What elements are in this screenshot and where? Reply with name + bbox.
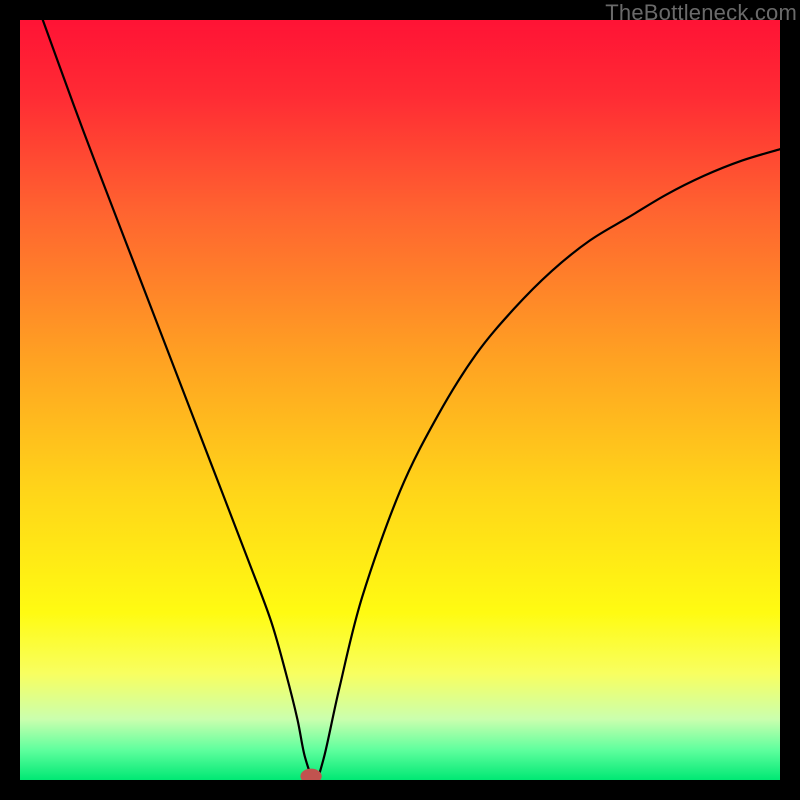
gradient-background <box>20 20 780 780</box>
watermark-text: TheBottleneck.com <box>605 0 797 26</box>
chart-frame <box>20 20 780 780</box>
bottleneck-chart <box>20 20 780 780</box>
